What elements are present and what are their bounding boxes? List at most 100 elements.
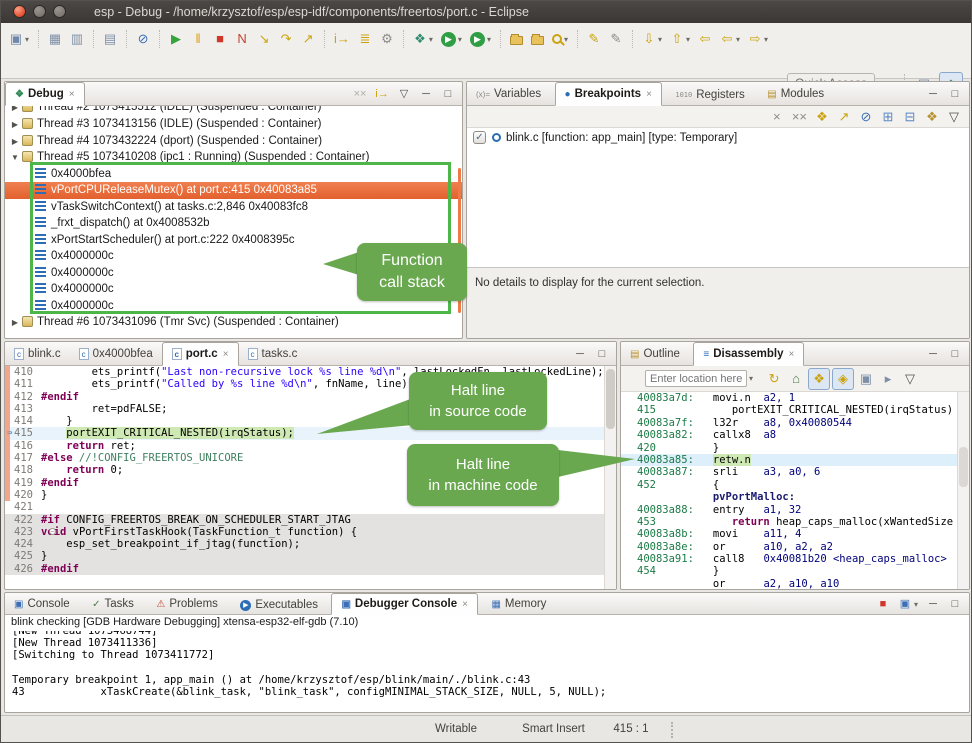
- run-icon[interactable]: ▶▾: [438, 30, 465, 49]
- line-number[interactable]: 414: [5, 415, 41, 427]
- tab-disassembly[interactable]: ≡ Disassembly ×: [693, 342, 804, 366]
- dropdown-arrow-icon[interactable]: ▾: [736, 35, 740, 44]
- suspend-icon[interactable]: ‖: [188, 29, 208, 49]
- tab-outline[interactable]: ▤ Outline: [621, 342, 689, 366]
- close-icon[interactable]: ×: [789, 349, 795, 360]
- tab-tasks-c[interactable]: ctasks.c: [239, 342, 307, 366]
- close-icon[interactable]: ×: [646, 89, 652, 100]
- window-maximize-button[interactable]: [53, 5, 66, 18]
- view-menu-icon[interactable]: ▽: [394, 84, 414, 104]
- mark-occurrences-icon[interactable]: ✎: [584, 29, 604, 49]
- view-menu-icon[interactable]: ▽: [900, 369, 920, 389]
- line-number[interactable]: 417: [5, 452, 41, 464]
- dropdown-arrow-icon[interactable]: ▾: [429, 35, 433, 44]
- step-filters-icon[interactable]: ⚙: [377, 29, 397, 49]
- new-icon[interactable]: ▣▾: [6, 29, 32, 49]
- code-line[interactable]: 423–void vPortFirstTaskHook(TaskFunction…: [5, 526, 616, 538]
- open-folder-icon[interactable]: [528, 31, 547, 47]
- open-project-icon[interactable]: [507, 31, 526, 47]
- minimize-icon[interactable]: ─: [923, 84, 943, 104]
- tab-debug[interactable]: ❖ Debug ×: [5, 82, 85, 106]
- disassembly-line[interactable]: 452 {: [621, 479, 969, 491]
- code-line[interactable]: 426#endif: [5, 563, 616, 575]
- skip-breakpoints-icon[interactable]: ⊘: [133, 29, 153, 49]
- goto-breakpoint-file-icon[interactable]: ↗: [834, 107, 854, 127]
- tab-problems[interactable]: ⚠ Problems: [147, 593, 227, 615]
- editor-scrollbar[interactable]: [604, 366, 616, 590]
- disassembly-scrollbar-thumb[interactable]: [959, 447, 968, 487]
- code-line[interactable]: 422#if CONFIG_FREERTOS_BREAK_ON_SCHEDULE…: [5, 514, 616, 526]
- line-number[interactable]: 420: [5, 489, 41, 501]
- view-menu-icon[interactable]: ▽: [944, 107, 964, 127]
- maximize-icon[interactable]: □: [945, 344, 965, 364]
- pin-view-icon[interactable]: ▸: [878, 369, 898, 389]
- dropdown-arrow-icon[interactable]: ▾: [658, 35, 662, 44]
- disassembly-line[interactable]: 40083a7d: movi.n a2, 1: [621, 392, 969, 404]
- debug-thread-row[interactable]: ▼Thread #5 1073410208 (ipc1 : Running) (…: [5, 149, 462, 166]
- search-icon[interactable]: ▾: [549, 32, 571, 46]
- home-icon[interactable]: ⌂: [786, 369, 806, 389]
- display-console-icon[interactable]: ▣▾: [895, 594, 921, 614]
- forward-icon[interactable]: ⇨▾: [745, 29, 771, 49]
- remove-breakpoint-icon[interactable]: ×: [767, 107, 787, 127]
- minimize-icon[interactable]: ─: [923, 344, 943, 364]
- disassembly-line[interactable]: 420 }: [621, 442, 969, 454]
- expand-arrow-icon[interactable]: ▶: [10, 117, 20, 134]
- maximize-icon[interactable]: □: [945, 84, 965, 104]
- tab-debugger-console[interactable]: ▣ Debugger Console ×: [331, 593, 478, 615]
- show-source-icon[interactable]: ◈: [832, 368, 854, 390]
- dropdown-arrow-icon[interactable]: ▾: [686, 35, 690, 44]
- save-icon[interactable]: ▦: [45, 29, 65, 49]
- back-icon[interactable]: ⇦: [695, 29, 715, 49]
- tab-console[interactable]: ▣ Console: [5, 593, 79, 615]
- line-number[interactable]: 413: [5, 403, 41, 415]
- debug-frame-row[interactable]: _frxt_dispatch() at 0x4008532b: [5, 215, 462, 232]
- expand-arrow-icon[interactable]: ▶: [10, 315, 20, 332]
- debug-icon[interactable]: ❖▾: [410, 29, 436, 49]
- tab-registers[interactable]: 1010 Registers: [666, 83, 753, 107]
- expand-arrow-icon[interactable]: ▶: [10, 106, 20, 116]
- annotations-icon[interactable]: ✎: [606, 29, 626, 49]
- step-return-icon[interactable]: ↗: [298, 29, 318, 49]
- debug-thread-row[interactable]: ▶Thread #3 1073413156 (IDLE) (Suspended …: [5, 116, 462, 133]
- step-over-icon[interactable]: ↷: [276, 29, 296, 49]
- disassembly-line[interactable]: ⇒40083a85: retw.n: [621, 454, 969, 466]
- line-number[interactable]: 424: [5, 538, 41, 550]
- debug-frame-row[interactable]: 0x4000bfea: [5, 166, 462, 183]
- close-icon[interactable]: ×: [223, 349, 229, 360]
- code-line[interactable]: 424 esp_set_breakpoint_if_jtag(function)…: [5, 538, 616, 550]
- disassembly-line[interactable]: 40083a88: entry a1, 32: [621, 504, 969, 516]
- line-number[interactable]: 416: [5, 440, 41, 452]
- tab-breakpoints[interactable]: ● Breakpoints ×: [555, 82, 662, 106]
- show-breakpoints-supported-icon[interactable]: ❖: [812, 107, 832, 127]
- tab-executables[interactable]: ▶ Executables: [231, 594, 327, 616]
- disassembly-line[interactable]: 453 return heap_caps_malloc(xWantedSize: [621, 516, 969, 528]
- dropdown-arrow-icon[interactable]: ▾: [487, 35, 491, 44]
- close-icon[interactable]: ×: [462, 599, 468, 610]
- close-icon[interactable]: ×: [69, 89, 75, 100]
- line-number[interactable]: 411: [5, 378, 41, 390]
- dropdown-arrow-icon[interactable]: ▾: [458, 35, 462, 44]
- tab-tasks[interactable]: ✓ Tasks: [83, 593, 143, 615]
- tab-0x4000bfea[interactable]: c0x4000bfea: [70, 342, 162, 366]
- groupings-icon[interactable]: ❖: [922, 107, 942, 127]
- dropdown-arrow-icon[interactable]: ▾: [25, 35, 29, 44]
- maximize-icon[interactable]: □: [438, 84, 458, 104]
- window-close-button[interactable]: [13, 5, 26, 18]
- dropdown-arrow-icon[interactable]: ▾: [564, 35, 568, 44]
- drop-to-frame-icon[interactable]: ≣: [355, 29, 375, 49]
- breakpoint-item[interactable]: ✓ blink.c [function: app_main] [type: Te…: [467, 128, 969, 147]
- maximize-icon[interactable]: □: [945, 594, 965, 614]
- disassembly-line[interactable]: 40083a91: call8 0x40081b20 <heap_caps_ma…: [621, 553, 969, 565]
- collapse-all-icon[interactable]: ⊟: [900, 107, 920, 127]
- expand-arrow-icon[interactable]: ▶: [10, 134, 20, 151]
- line-number[interactable]: 421: [5, 501, 41, 513]
- line-number[interactable]: 422: [5, 514, 41, 526]
- instruction-stepping-toggle-icon[interactable]: i→: [372, 84, 392, 104]
- location-dropdown-icon[interactable]: ▾: [749, 374, 753, 383]
- maximize-icon[interactable]: □: [592, 344, 612, 364]
- disassembly-line[interactable]: 415 portEXIT_CRITICAL_NESTED(irqStatus): [621, 404, 969, 416]
- disassembly-line[interactable]: pvPortMalloc:: [621, 491, 969, 503]
- step-into-icon[interactable]: ↘: [254, 29, 274, 49]
- window-minimize-button[interactable]: [33, 5, 46, 18]
